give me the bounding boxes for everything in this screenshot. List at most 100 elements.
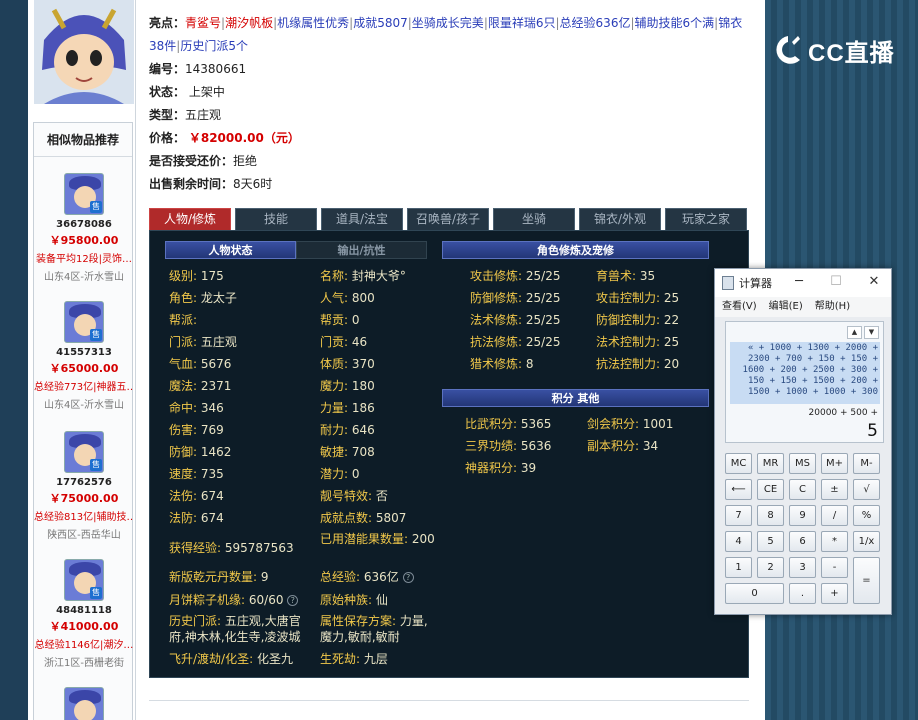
stat-row: 帮贡: 0	[320, 313, 360, 327]
calc-key[interactable]: .	[789, 583, 816, 604]
scroll-down-icon[interactable]: ▼	[864, 326, 879, 339]
similar-item[interactable]: 售 17762576 ￥75000.00 总经验813亿|辅助技… 陕西区-西岳…	[34, 431, 134, 541]
calc-key[interactable]: √	[853, 479, 880, 500]
help-icon[interactable]: ?	[287, 595, 299, 606]
menu-help[interactable]: 帮助(H)	[815, 297, 850, 317]
maximize-icon[interactable]: ☐	[826, 273, 846, 291]
calc-key[interactable]: 1	[725, 557, 752, 578]
similar-item-server: 山东4区-沂水雪山	[44, 272, 124, 283]
stat-exp: 获得经验: 595787563	[169, 541, 294, 555]
calc-key[interactable]: 0	[725, 583, 784, 604]
calculator-menubar: 查看(V) 编辑(E) 帮助(H)	[715, 297, 891, 317]
points-row: 神器积分: 39	[465, 461, 537, 475]
similar-item-thumbnail[interactable]: 售	[64, 301, 104, 343]
highlight-tag[interactable]: 成就5807	[353, 16, 408, 30]
calc-key[interactable]: MC	[725, 453, 752, 474]
similar-item-server: 浙江1区-西栅老街	[44, 658, 124, 669]
similar-item[interactable]: 售 41557313 ￥65000.00 总经验773亿|神器五… 山东4区-沂…	[34, 301, 134, 411]
tab-character[interactable]: 人物/修炼	[149, 208, 231, 230]
stat-row: 级别: 175	[169, 269, 224, 283]
calculator-display: ▲ ▼ « + 1000 + 1300 + 2000 +2300 + 700 + …	[725, 321, 884, 443]
stat-origin-race: 原始种族: 仙	[320, 593, 388, 607]
stat-attr-plans: 属性保存方案: 力量,魔力,敏耐,敏耐	[320, 614, 428, 644]
calculator-window[interactable]: 计算器 ─ ☐ ✕ 查看(V) 编辑(E) 帮助(H) ▲ ▼ « + 1000 …	[714, 268, 892, 615]
similar-item-thumbnail[interactable]: 售	[64, 173, 104, 215]
close-icon[interactable]: ✕	[864, 273, 884, 291]
scroll-up-icon[interactable]: ▲	[847, 326, 862, 339]
stat-row: 门派: 五庄观	[169, 335, 237, 349]
similar-item-id: 36678086	[56, 219, 112, 230]
menu-edit[interactable]: 编辑(E)	[769, 297, 803, 317]
tab-skills[interactable]: 技能	[235, 208, 317, 230]
calc-key[interactable]: *	[821, 531, 848, 552]
similar-item[interactable]: 售 48481118 ￥41000.00 总经验1146亿|潮汐… 浙江1区-西…	[34, 559, 134, 669]
tab-appearance[interactable]: 锦衣/外观	[579, 208, 661, 230]
highlight-tag[interactable]: 辅助技能6个满	[635, 16, 715, 30]
character-avatar	[34, 0, 134, 104]
similar-item-desc[interactable]: 总经验773亿|神器五…	[34, 378, 134, 393]
tab-mounts[interactable]: 坐骑	[493, 208, 575, 230]
highlight-tag[interactable]: 机缘属性优秀	[277, 16, 349, 30]
item-price: 价格： ￥82000.00（元）	[149, 131, 300, 145]
calc-key[interactable]: %	[853, 505, 880, 526]
calc-key[interactable]: C	[789, 479, 816, 500]
similar-item-thumbnail[interactable]: 售	[64, 559, 104, 601]
item-remaining-time: 出售剩余时间：8天6时	[149, 177, 273, 191]
highlight-tag[interactable]: 总经验636亿	[560, 16, 631, 30]
similar-item-thumbnail[interactable]	[64, 687, 104, 720]
calc-key[interactable]: =	[853, 557, 880, 604]
calc-key[interactable]: MR	[757, 453, 784, 474]
similar-item[interactable]	[34, 687, 134, 720]
calc-key[interactable]: M-	[853, 453, 880, 474]
similar-item-price: ￥95800.00	[49, 234, 119, 247]
stat-feisheng: 飞升/渡劫/化圣: 化圣九	[169, 652, 293, 666]
calc-key[interactable]: MS	[789, 453, 816, 474]
calc-key[interactable]: ±	[821, 479, 848, 500]
similar-item-desc[interactable]: 总经验813亿|辅助技…	[34, 508, 134, 523]
calc-key[interactable]: ⟵	[725, 479, 752, 500]
highlight-tag[interactable]: 限量祥瑞6只	[488, 16, 556, 30]
calc-key[interactable]: 4	[725, 531, 752, 552]
calc-key[interactable]: /	[821, 505, 848, 526]
calc-key[interactable]: 7	[725, 505, 752, 526]
stat-row: 门贡: 46	[320, 335, 368, 349]
stat-row: 速度: 735	[169, 467, 224, 481]
similar-item-price: ￥65000.00	[49, 362, 119, 375]
stat-row: 耐力: 646	[320, 423, 375, 437]
calc-key[interactable]: 3	[789, 557, 816, 578]
highlight-tag[interactable]: 青鲨号	[185, 16, 221, 30]
history-scroll[interactable]: ▲ ▼	[847, 326, 879, 339]
similar-items-panel: 相似物品推荐 售 36678086 ￥95800.00 装备平均12段|灵饰… …	[33, 122, 134, 720]
calc-key[interactable]: CE	[757, 479, 784, 500]
highlight-tag[interactable]: 潮汐帆板	[225, 16, 273, 30]
calc-key[interactable]: 2	[757, 557, 784, 578]
menu-view[interactable]: 查看(V)	[722, 297, 757, 317]
calc-key[interactable]: M+	[821, 453, 848, 474]
similar-item-thumbnail[interactable]: 售	[64, 431, 104, 473]
calc-key[interactable]: 9	[789, 505, 816, 526]
tab-player-home[interactable]: 玩家之家	[665, 208, 747, 230]
highlight-tag[interactable]: 历史门派5个	[180, 39, 248, 53]
calc-key[interactable]: 6	[789, 531, 816, 552]
stat-row: 人气: 800	[320, 291, 375, 305]
similar-item-desc[interactable]: 装备平均12段|灵饰…	[34, 250, 134, 265]
similar-item-price: ￥75000.00	[49, 492, 119, 505]
section-header-status[interactable]: 人物状态	[165, 241, 296, 259]
calc-key[interactable]: +	[821, 583, 848, 604]
item-bargain: 是否接受还价：拒绝	[149, 154, 258, 168]
highlight-tag[interactable]: 坐骑成长完美	[412, 16, 484, 30]
tab-pets[interactable]: 召唤兽/孩子	[407, 208, 489, 230]
help-icon[interactable]: ?	[402, 572, 414, 583]
similar-item-desc[interactable]: 总经验1146亿|潮汐…	[34, 636, 134, 651]
calc-key[interactable]: 1/x	[853, 531, 880, 552]
similar-item[interactable]: 售 36678086 ￥95800.00 装备平均12段|灵饰… 山东4区-沂水…	[34, 173, 134, 283]
calc-key[interactable]: 5	[757, 531, 784, 552]
calc-key[interactable]: -	[821, 557, 848, 578]
section-header-resist[interactable]: 输出/抗性	[296, 241, 427, 259]
stat-row: 法防: 674	[169, 511, 224, 525]
calc-key[interactable]: 8	[757, 505, 784, 526]
minimize-icon[interactable]: ─	[789, 273, 809, 291]
calculator-titlebar[interactable]: 计算器 ─ ☐ ✕	[715, 269, 891, 297]
tab-items[interactable]: 道具/法宝	[321, 208, 403, 230]
section-header-points: 积分 其他	[442, 389, 709, 407]
